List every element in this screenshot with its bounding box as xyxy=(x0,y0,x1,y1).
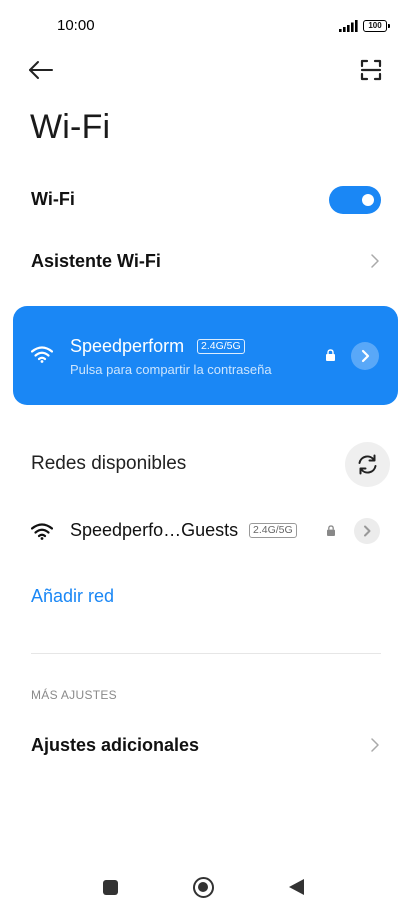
qr-scan-button[interactable] xyxy=(356,55,386,85)
wifi-signal-icon xyxy=(31,346,53,363)
battery-icon: 100 xyxy=(363,20,390,32)
wifi-assistant-row[interactable]: Asistente Wi-Fi xyxy=(0,236,411,286)
additional-settings-label: Ajustes adicionales xyxy=(31,735,200,755)
back-button[interactable] xyxy=(26,55,56,85)
more-settings-section-label: MÁS AJUSTES xyxy=(31,688,117,702)
chevron-right-icon xyxy=(371,254,379,268)
additional-settings-row[interactable]: Ajustes adicionales xyxy=(0,720,411,770)
divider xyxy=(31,653,381,654)
page-title: Wi-Fi xyxy=(30,108,111,146)
signal-icon xyxy=(339,20,358,32)
connected-network-name: Speedperform xyxy=(70,336,185,356)
connected-network-subtitle: Pulsa para compartir la contraseña xyxy=(70,362,272,377)
back-icon[interactable] xyxy=(289,879,304,895)
network-details-button[interactable] xyxy=(354,518,380,544)
qr-scan-icon xyxy=(360,59,382,81)
chevron-right-icon xyxy=(371,738,379,752)
connected-network-band-badge: 2.4G/5G xyxy=(197,339,245,354)
available-networks-title: Redes disponibles xyxy=(31,453,187,474)
connected-network-details-button[interactable] xyxy=(351,342,379,370)
refresh-icon xyxy=(358,454,377,475)
recents-icon[interactable] xyxy=(103,880,118,895)
lock-icon xyxy=(326,349,335,361)
add-network-link[interactable]: Añadir red xyxy=(31,586,114,607)
lock-icon xyxy=(327,525,335,536)
connected-network-card[interactable]: Speedperform 2.4G/5G Pulsa para comparti… xyxy=(13,306,398,405)
status-time: 10:00 xyxy=(57,17,95,34)
chevron-right-icon xyxy=(361,349,370,363)
navigation-bar xyxy=(0,860,411,914)
wifi-assistant-label: Asistente Wi-Fi xyxy=(31,251,161,271)
wifi-toggle-label: Wi-Fi xyxy=(31,189,75,209)
refresh-button[interactable] xyxy=(345,442,390,487)
wifi-toggle-switch[interactable] xyxy=(329,186,381,214)
network-name: Speedperfo…Guests xyxy=(70,520,239,540)
chevron-right-icon xyxy=(364,525,371,537)
network-band-badge: 2.4G/5G xyxy=(249,523,297,538)
status-bar: 10:00 100 xyxy=(0,0,411,52)
wifi-signal-icon xyxy=(31,523,53,540)
home-icon[interactable] xyxy=(193,877,214,898)
back-arrow-icon xyxy=(29,61,53,79)
